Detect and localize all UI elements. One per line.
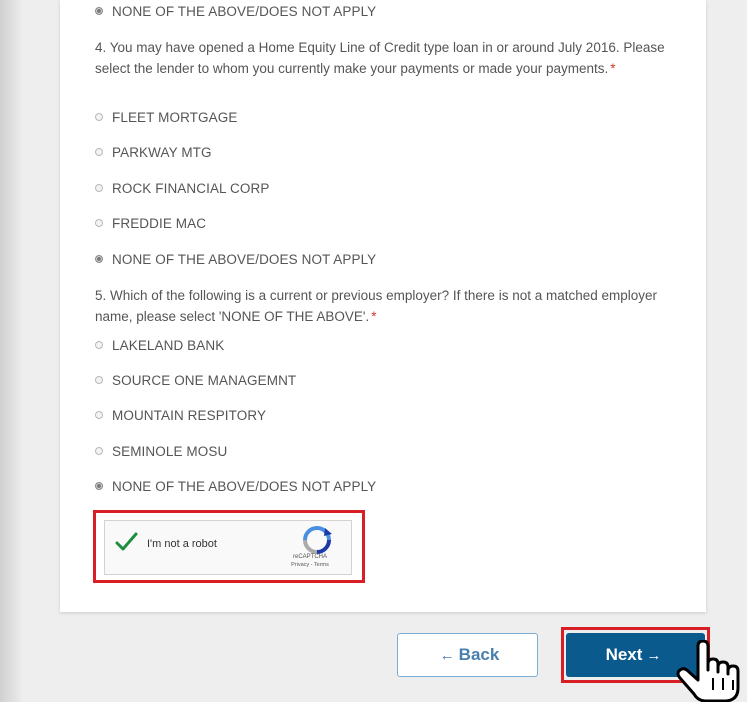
radio-button[interactable] xyxy=(95,411,103,419)
radio-button[interactable] xyxy=(95,7,103,15)
q5-option-none[interactable]: NONE OF THE ABOVE/DOES NOT APPLY xyxy=(95,476,376,496)
required-marker: * xyxy=(371,309,377,324)
radio-button[interactable] xyxy=(95,113,103,121)
hand-pointer-icon xyxy=(676,640,740,702)
back-button[interactable]: ← Back xyxy=(397,633,538,677)
form-card: NONE OF THE ABOVE/DOES NOT APPLY 4. You … xyxy=(60,0,706,612)
back-button-label: Back xyxy=(458,645,500,664)
option-label: MOUNTAIN RESPITORY xyxy=(112,407,267,423)
option-label: FREDDIE MAC xyxy=(112,215,207,231)
q5-option[interactable]: LAKELAND BANK xyxy=(95,335,224,355)
option-label: SOURCE ONE MANAGEMNT xyxy=(112,372,297,388)
q5-option[interactable]: SOURCE ONE MANAGEMNT xyxy=(95,370,296,390)
radio-button[interactable] xyxy=(95,219,103,227)
question-4: 4. You may have opened a Home Equity Lin… xyxy=(95,37,680,79)
recaptcha-widget[interactable]: I'm not a robot reCAPTCHA Privacy - Term… xyxy=(104,520,352,575)
arrow-left-icon: ← xyxy=(439,646,455,664)
option-label: LAKELAND BANK xyxy=(112,337,225,353)
option-label: PARKWAY MTG xyxy=(112,144,212,160)
page-left-edge xyxy=(0,0,22,702)
q4-option[interactable]: ROCK FINANCIAL CORP xyxy=(95,178,269,198)
recaptcha-brand: reCAPTCHA xyxy=(292,554,327,560)
required-marker: * xyxy=(610,61,616,76)
arrow-right-icon: → xyxy=(646,646,662,664)
radio-button[interactable] xyxy=(95,341,103,349)
option-label: NONE OF THE ABOVE/DOES NOT APPLY xyxy=(112,3,377,19)
radio-button[interactable] xyxy=(95,255,103,263)
option-label: NONE OF THE ABOVE/DOES NOT APPLY xyxy=(112,478,377,494)
option-label: ROCK FINANCIAL CORP xyxy=(112,180,270,196)
q3-option-none[interactable]: NONE OF THE ABOVE/DOES NOT APPLY xyxy=(95,1,376,21)
option-label: FLEET MORTGAGE xyxy=(112,109,238,125)
radio-button[interactable] xyxy=(95,184,103,192)
option-label: NONE OF THE ABOVE/DOES NOT APPLY xyxy=(112,251,377,267)
radio-button[interactable] xyxy=(95,376,103,384)
q4-option[interactable]: PARKWAY MTG xyxy=(95,142,212,162)
radio-button[interactable] xyxy=(95,148,103,156)
next-button-label: Next xyxy=(605,645,643,664)
radio-button[interactable] xyxy=(95,447,103,455)
q5-option[interactable]: SEMINOLE MOSU xyxy=(95,441,227,461)
q4-option-none[interactable]: NONE OF THE ABOVE/DOES NOT APPLY xyxy=(95,249,376,269)
recaptcha-logo-icon xyxy=(303,526,332,554)
option-label: SEMINOLE MOSU xyxy=(112,443,228,459)
q5-option[interactable]: MOUNTAIN RESPITORY xyxy=(95,405,266,425)
recaptcha-terms-link[interactable]: Privacy - Terms xyxy=(285,562,335,568)
radio-button[interactable] xyxy=(95,482,103,490)
question-5: 5. Which of the following is a current o… xyxy=(95,285,680,327)
checkmark-icon[interactable] xyxy=(114,530,138,554)
captcha-label: I'm not a robot xyxy=(147,538,217,550)
q4-option[interactable]: FREDDIE MAC xyxy=(95,213,206,233)
question-text: 4. You may have opened a Home Equity Lin… xyxy=(95,40,665,76)
q4-option[interactable]: FLEET MORTGAGE xyxy=(95,107,237,127)
